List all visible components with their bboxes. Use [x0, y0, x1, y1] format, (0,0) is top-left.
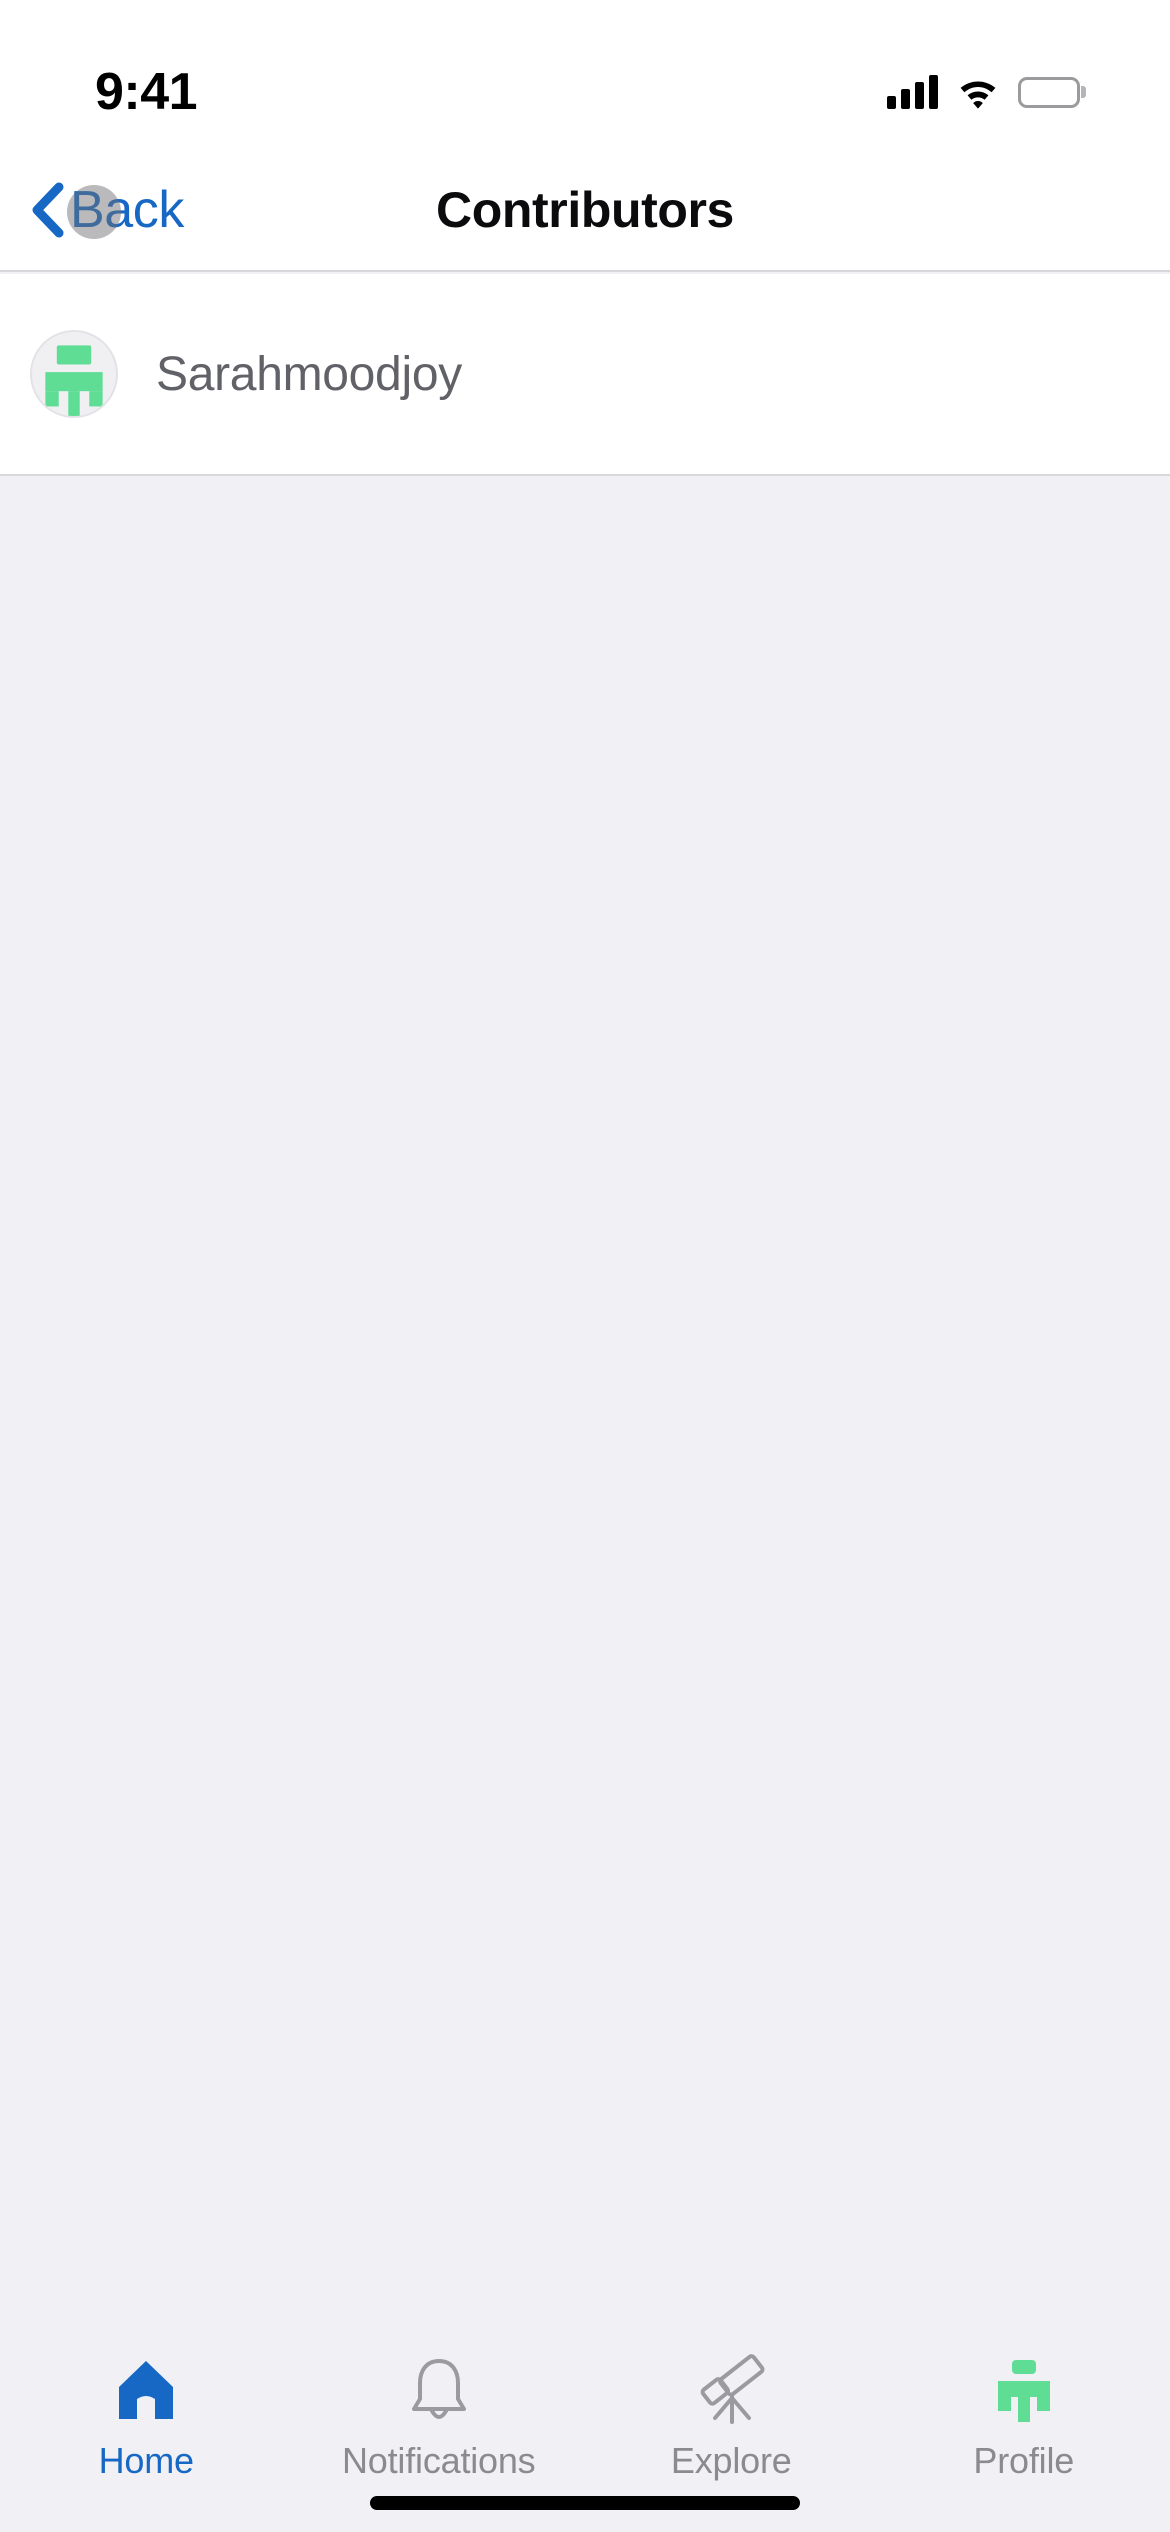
wifi-icon — [956, 75, 1000, 109]
status-bar: 9:41 — [0, 0, 1170, 148]
phone-screen: 9:41 Back Contributors Sarahmoodjoy Home… — [0, 0, 1170, 2532]
list-item-label: Sarahmoodjoy — [156, 347, 462, 401]
cellular-signal-icon — [887, 75, 938, 109]
battery-icon — [1018, 76, 1080, 108]
home-indicator[interactable] — [370, 2496, 800, 2510]
content-area — [0, 476, 1170, 2332]
telescope-icon — [695, 2354, 767, 2426]
bell-icon — [406, 2354, 472, 2426]
navigation-bar: Back Contributors — [0, 148, 1170, 272]
avatar — [30, 330, 118, 418]
page-title: Contributors — [436, 182, 734, 238]
tab-home[interactable]: Home — [0, 2354, 293, 2482]
status-bar-time: 9:41 — [95, 63, 198, 121]
list-item[interactable]: Sarahmoodjoy — [0, 274, 1170, 474]
tab-profile[interactable]: Profile — [878, 2354, 1170, 2482]
tab-notifications-label: Notifications — [342, 2440, 536, 2481]
contributors-list: Sarahmoodjoy — [0, 274, 1170, 476]
tab-explore[interactable]: Explore — [585, 2354, 878, 2482]
status-bar-icons — [887, 75, 1080, 109]
tab-profile-label: Profile — [973, 2440, 1075, 2481]
brand-logo-icon — [993, 2354, 1055, 2426]
tab-home-label: Home — [98, 2440, 194, 2481]
tab-notifications[interactable]: Notifications — [293, 2354, 586, 2482]
tab-explore-label: Explore — [670, 2440, 792, 2481]
home-icon — [115, 2354, 177, 2426]
